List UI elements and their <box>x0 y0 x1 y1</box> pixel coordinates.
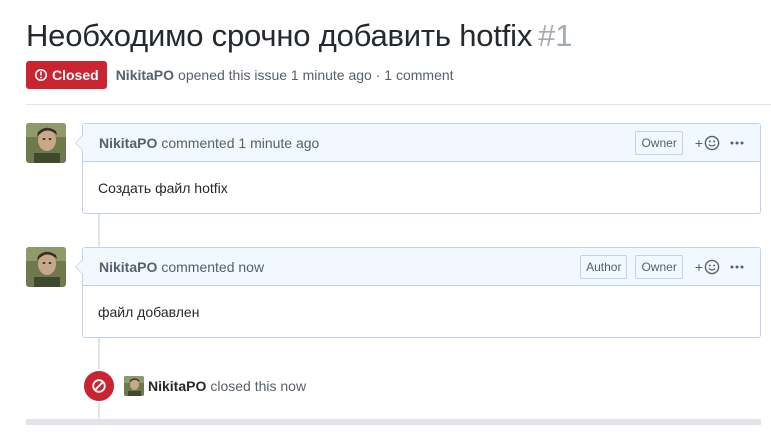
kebab-horizontal-icon <box>730 141 744 145</box>
more-options-button[interactable] <box>730 265 744 269</box>
owner-label: Owner <box>635 131 683 155</box>
timeline-footer-bar <box>26 419 761 425</box>
timeline-event-closed: NikitaPO closed this now <box>82 369 307 403</box>
comment-author-link[interactable]: NikitaPO <box>99 259 157 275</box>
issue-closed-icon <box>34 68 48 82</box>
avatar[interactable] <box>26 247 66 287</box>
issue-title: Необходимо срочно добавить hotfix #1 <box>26 18 572 54</box>
comment-text: файл добавлен <box>98 303 200 320</box>
author-label: Author <box>580 255 628 279</box>
comment-body: Создать файл hotfix <box>83 162 760 213</box>
event-author-link[interactable]: NikitaPO <box>148 378 206 394</box>
kebab-horizontal-icon <box>730 265 744 269</box>
add-reaction-button[interactable]: + <box>695 135 720 151</box>
smiley-icon <box>704 259 720 275</box>
comment-author-link[interactable]: NikitaPO <box>99 135 157 151</box>
comment-timestamp[interactable]: commented now <box>161 259 264 275</box>
status-label: Closed <box>52 67 99 83</box>
circle-slash-icon <box>92 379 106 393</box>
comment-text: Создать файл hotfix <box>98 179 228 196</box>
status-badge: Closed <box>26 61 107 89</box>
more-options-button[interactable] <box>730 141 744 145</box>
avatar[interactable] <box>124 376 144 396</box>
header-divider <box>26 104 771 105</box>
add-reaction-button[interactable]: + <box>695 259 720 275</box>
issue-title-text: Необходимо срочно добавить hotfix <box>26 18 533 53</box>
avatar-image <box>26 247 66 287</box>
owner-label: Owner <box>635 255 683 279</box>
comment-body: файл добавлен <box>83 286 760 337</box>
issue-meta: Closed NikitaPO opened this issue 1 minu… <box>26 61 454 89</box>
comment-2: NikitaPO commented now Author Owner + фа… <box>75 247 761 338</box>
reaction-plus: + <box>694 259 703 275</box>
reaction-plus: + <box>694 135 703 151</box>
comment-header: NikitaPO commented 1 minute ago Owner + <box>83 124 760 162</box>
avatar[interactable] <box>26 123 66 163</box>
comment-header: NikitaPO commented now Author Owner + <box>83 248 760 286</box>
event-badge <box>82 369 116 403</box>
comment-1: NikitaPO commented 1 minute ago Owner + <box>75 123 761 214</box>
comment-actions: Author Owner + <box>580 248 744 286</box>
comment-timestamp[interactable]: commented 1 minute ago <box>161 135 319 151</box>
issue-opened-text: opened this issue 1 minute ago · 1 comme… <box>178 67 454 83</box>
avatar-image <box>26 123 66 163</box>
event-text: closed this now <box>210 378 307 394</box>
comment-actions: Owner + <box>635 124 744 162</box>
issue-author-link[interactable]: NikitaPO <box>116 67 174 83</box>
avatar-image <box>124 376 144 396</box>
issue-number: #1 <box>538 18 573 53</box>
smiley-icon <box>704 135 720 151</box>
